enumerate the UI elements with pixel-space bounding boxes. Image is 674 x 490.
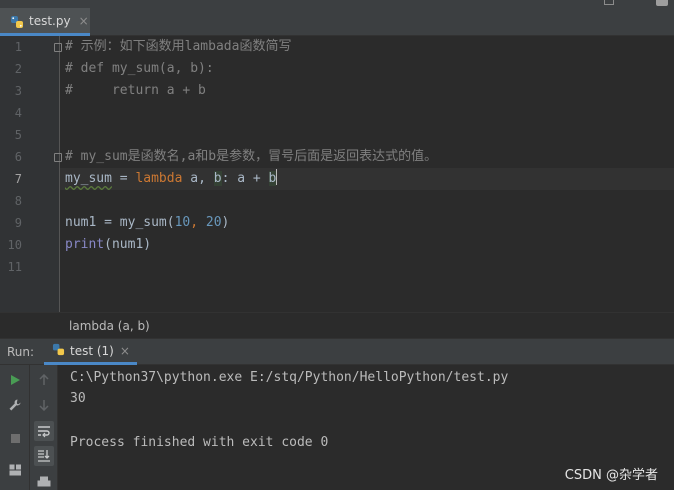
line-number: 2	[14, 62, 22, 76]
line-number: 5	[14, 128, 22, 142]
line-number: 1	[14, 40, 22, 54]
comment: # my_sum是函数名,a和b是参数，冒号后面是返回表达式的值。	[65, 149, 438, 164]
expression: : a +	[221, 171, 269, 186]
identifier-my-sum: my_sum	[65, 171, 112, 186]
run-tool-window-header: Run: test (1) ×	[0, 338, 674, 365]
paren: )	[221, 215, 230, 230]
stop-icon[interactable]	[6, 429, 24, 447]
toolbar-icon[interactable]	[656, 0, 668, 6]
line-number: 4	[14, 106, 22, 120]
line-number: 10	[7, 238, 22, 252]
wrench-settings-icon[interactable]	[6, 396, 24, 414]
line-number: 3	[14, 84, 22, 98]
code-line-2: # def my_sum(a, b):	[65, 58, 674, 80]
code-editor[interactable]: 1 2 3 4 5 6 7 8 9 10 11 # 示例：如下函数用lambad…	[0, 36, 674, 312]
fold-marker-icon[interactable]	[54, 153, 62, 162]
python-file-icon	[10, 14, 24, 28]
scroll-to-end-icon[interactable]	[34, 446, 54, 466]
run-label: Run:	[7, 345, 35, 359]
python-run-config-icon	[52, 341, 65, 360]
editor-tab-bar: test.py ×	[0, 8, 674, 36]
code-line-1: # 示例：如下函数用lambada函数简写	[65, 36, 674, 58]
number-literal: 20	[205, 215, 222, 230]
watermark: CSDN @杂学者	[564, 468, 658, 483]
arrow-down-icon[interactable]	[35, 396, 53, 414]
top-toolbar-strip	[0, 0, 674, 8]
builtin-print: print	[65, 237, 105, 252]
assignment: num1 = my_sum(	[65, 215, 175, 230]
tab-label: test.py	[29, 13, 71, 28]
comment: # return a + b	[65, 83, 206, 98]
params: a,	[182, 171, 214, 186]
tab-test-py[interactable]: test.py ×	[0, 8, 90, 36]
console-line: 30	[70, 391, 86, 406]
run-toolbar-primary	[0, 365, 30, 490]
tab-run-test[interactable]: test (1) ×	[44, 339, 137, 365]
toolbar-icon[interactable]	[604, 0, 614, 5]
code-line-7-current: my_sum = lambda a, b: a + b	[60, 168, 674, 190]
number-literal: 10	[174, 215, 191, 230]
breadcrumb-item[interactable]: lambda (a, b)	[69, 319, 150, 333]
close-icon[interactable]: ×	[79, 14, 89, 28]
line-number: 6	[14, 150, 22, 164]
operator: =	[111, 171, 136, 186]
call-args: (num1)	[104, 237, 152, 252]
line-number: 9	[14, 216, 22, 230]
code-area[interactable]: # 示例：如下函数用lambada函数简写 # def my_sum(a, b)…	[60, 36, 674, 312]
keyword-lambda: lambda	[135, 171, 183, 186]
soft-wrap-icon[interactable]	[34, 421, 54, 441]
comment: # def my_sum(a, b):	[65, 61, 214, 76]
rerun-play-icon[interactable]	[6, 371, 24, 389]
line-number: 8	[14, 194, 22, 208]
text-caret	[276, 169, 278, 185]
comment: # 示例：如下函数用lambada函数简写	[65, 39, 292, 54]
run-toolbar-secondary	[30, 365, 58, 490]
line-number-active: 7	[14, 172, 22, 186]
arrow-up-icon[interactable]	[35, 371, 53, 389]
print-icon[interactable]	[35, 473, 53, 490]
expr-b-highlight: b	[268, 171, 277, 186]
code-line-6: # my_sum是函数名,a和b是参数，冒号后面是返回表达式的值。	[65, 146, 674, 168]
code-line-10: print(num1)	[65, 234, 674, 256]
line-number: 11	[7, 260, 22, 274]
code-line-3: # return a + b	[65, 80, 674, 102]
line-gutter: 1 2 3 4 5 6 7 8 9 10 11	[0, 36, 62, 312]
comma: ,	[190, 215, 206, 230]
fold-marker-icon[interactable]	[54, 43, 62, 52]
param-b-highlight: b	[213, 171, 222, 186]
console-line: C:\Python37\python.exe E:/stq/Python/Hel…	[70, 370, 509, 385]
close-icon[interactable]: ×	[120, 344, 130, 358]
breadcrumb: lambda (a, b)	[0, 312, 674, 338]
run-tab-label: test (1)	[70, 343, 114, 358]
console-line: Process finished with exit code 0	[70, 435, 329, 450]
code-line-9: num1 = my_sum(10, 20)	[65, 212, 674, 234]
layout-grid-icon[interactable]	[6, 461, 24, 479]
